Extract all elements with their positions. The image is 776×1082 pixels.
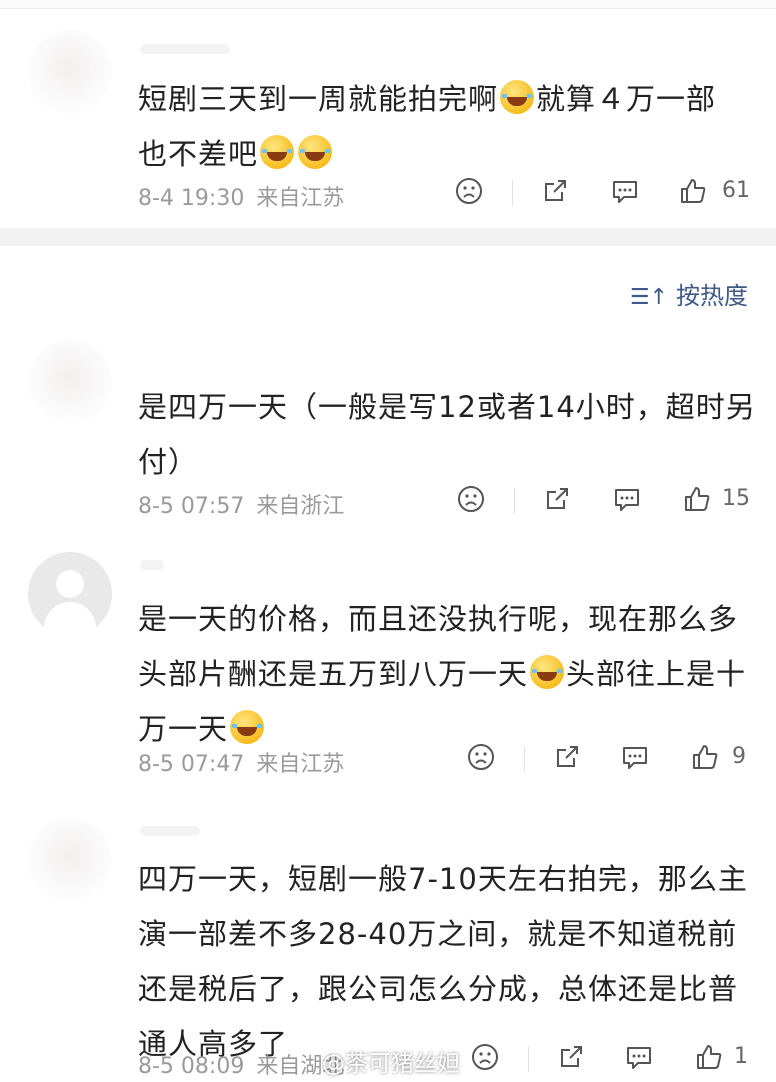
thumbs-up-icon[interactable] [678, 176, 712, 210]
action-divider [528, 1046, 529, 1072]
comment-text: 是四万一天（一般是写12或者14小时，超时另 付） [138, 390, 756, 479]
frown-face-icon[interactable] [454, 176, 488, 210]
comment-bubble-icon[interactable] [624, 1042, 658, 1076]
location: 来自江苏 [256, 186, 345, 211]
share-icon[interactable] [552, 742, 586, 776]
top-divider [0, 0, 776, 9]
laugh-cry-emoji [230, 710, 265, 744]
timestamp: 8-5 07:47 [138, 752, 245, 777]
thumbs-up-icon[interactable] [682, 484, 716, 518]
like-count: 1 [734, 1044, 748, 1069]
sort-label: 按热度 [676, 282, 748, 310]
share-icon[interactable] [542, 484, 576, 518]
sort-icon: ☰↑ [629, 285, 668, 310]
timestamp: 8-5 08:09 [138, 1054, 245, 1079]
comment-text: 短剧三天到一周就能拍完啊 就算４万一部 也不差吧 [138, 80, 717, 171]
laugh-cry-emoji [298, 135, 333, 169]
comment-meta: 8-5 08:09 来自湖北 [138, 1048, 344, 1080]
share-icon[interactable] [556, 1042, 590, 1076]
avatar[interactable] [28, 30, 112, 114]
comment-meta: 8-4 19:30 来自江苏 [138, 180, 344, 212]
comment-bubble-icon[interactable] [612, 484, 646, 518]
action-divider [514, 488, 515, 514]
laugh-cry-emoji [500, 80, 535, 114]
comment-actions: 1 [466, 1042, 766, 1082]
like-count: 61 [722, 178, 750, 203]
thumbs-up-icon[interactable] [690, 742, 724, 776]
watermark: @茶可猪丝妲 [322, 1051, 460, 1077]
laugh-cry-emoji [530, 655, 565, 689]
avatar[interactable] [28, 818, 112, 902]
laugh-cry-emoji [260, 135, 295, 169]
frown-face-icon[interactable] [466, 742, 500, 776]
section-divider [0, 228, 776, 246]
like-count: 9 [732, 744, 746, 769]
sort-toggle[interactable]: ☰↑ 按热度 [630, 276, 748, 311]
avatar[interactable] [28, 340, 112, 424]
frown-face-icon[interactable] [470, 1042, 504, 1076]
timestamp: 8-4 19:30 [138, 186, 245, 211]
location: 来自江苏 [256, 752, 345, 777]
comment-text: 四万一天，短剧一般7-10天左右拍完，那么主 演一部差不多28-40万之间，就是… [138, 862, 748, 1061]
comment-actions: 15 [450, 484, 760, 524]
thumbs-up-icon[interactable] [694, 1042, 728, 1076]
comment-meta: 8-5 07:57 来自浙江 [138, 488, 344, 520]
like-count: 15 [722, 486, 750, 511]
share-icon[interactable] [540, 176, 574, 210]
comment-actions: 61 [450, 176, 760, 216]
timestamp: 8-5 07:57 [138, 494, 245, 519]
comment-text: 是一天的价格，而且还没执行呢，现在那么多 头部片酬还是五万到八万一天 头部往上是十… [138, 602, 747, 746]
username-placeholder[interactable] [140, 826, 200, 836]
location: 来自浙江 [256, 494, 345, 519]
username-placeholder[interactable] [140, 560, 164, 570]
username-placeholder[interactable] [140, 44, 230, 54]
action-divider [524, 746, 525, 772]
frown-face-icon[interactable] [456, 484, 490, 518]
comment-bubble-icon[interactable] [610, 176, 644, 210]
avatar[interactable] [28, 552, 112, 636]
comment-bubble-icon[interactable] [620, 742, 654, 776]
comment-meta: 8-5 07:47 来自江苏 [138, 746, 344, 778]
comment-actions: 9 [462, 742, 762, 782]
action-divider [512, 180, 513, 206]
